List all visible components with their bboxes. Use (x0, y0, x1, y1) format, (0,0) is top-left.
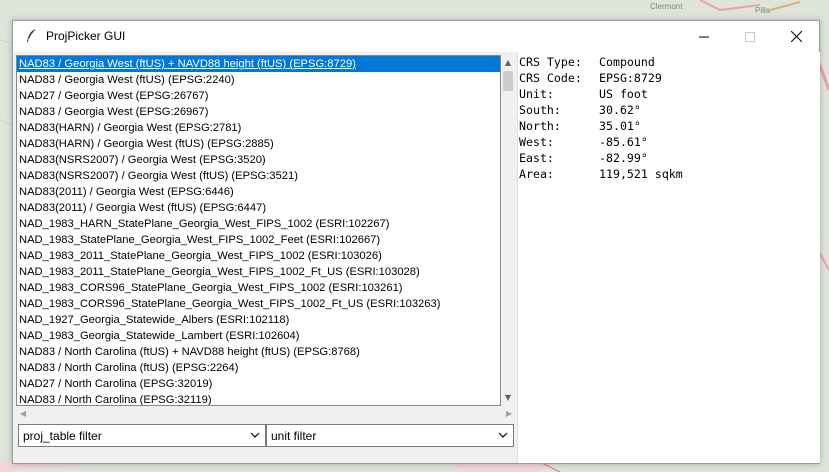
close-icon (790, 31, 802, 42)
crs-info-value: EPSG:8729 (599, 71, 662, 85)
crs-list-item[interactable]: NAD_1927_Georgia_Statewide_Albers (ESRI:… (17, 312, 500, 328)
crs-list-item[interactable]: NAD_1983_2011_StatePlane_Georgia_West_FI… (17, 248, 500, 264)
crs-info-key: East: (519, 151, 554, 165)
scroll-right-icon[interactable]: ▶ (502, 406, 516, 420)
crs-info-panel: CRS Type: Compound CRS Code: EPSG:8729 Unit:… (517, 52, 820, 463)
crs-list-item[interactable]: NAD83 / Georgia West (ftUS) + NAVD88 hei… (17, 56, 500, 72)
crs-info-value: 119,521 sqkm (599, 167, 683, 181)
crs-info-value: Compound (599, 55, 655, 69)
crs-info-value: 35.01° (599, 119, 641, 133)
chevron-down-icon (498, 432, 508, 438)
crs-list-item[interactable]: NAD83(NSRS2007) / Georgia West (ftUS) (E… (17, 168, 500, 184)
unit-filter-value: unit filter (271, 429, 317, 443)
map-place-label: Pilla (755, 6, 771, 15)
crs-listbox[interactable]: NAD83 / Georgia West (ftUS) + NAVD88 hei… (16, 55, 501, 406)
crs-list-item[interactable]: NAD83 / North Carolina (ftUS) + NAVD88 h… (17, 344, 500, 360)
title-bar[interactable]: ProjPicker GUI (13, 21, 819, 53)
close-button[interactable] (773, 21, 819, 52)
crs-list-item[interactable]: NAD83(NSRS2007) / Georgia West (EPSG:352… (17, 152, 500, 168)
minimize-icon (699, 36, 709, 37)
vertical-scrollbar[interactable]: ▲ ▼ (501, 55, 515, 404)
scroll-up-icon[interactable]: ▲ (501, 55, 515, 69)
crs-info-value: -85.61° (599, 135, 648, 149)
crs-list-item[interactable]: NAD83 / Georgia West (ftUS) (EPSG:2240) (17, 72, 500, 88)
crs-list-item[interactable]: NAD83(2011) / Georgia West (EPSG:6446) (17, 184, 500, 200)
crs-info-row: CRS Code: EPSG:8729 (519, 70, 662, 86)
crs-info-value: -82.99° (599, 151, 648, 165)
maximize-icon (745, 31, 755, 42)
crs-list-item[interactable]: NAD83(HARN) / Georgia West (EPSG:2781) (17, 120, 500, 136)
crs-list-item[interactable]: NAD83(HARN) / Georgia West (ftUS) (EPSG:… (17, 136, 500, 152)
crs-info-row: East: -82.99° (519, 150, 648, 166)
proj-table-filter-value: proj_table filter (23, 429, 102, 443)
proj-table-filter-select[interactable]: proj_table filter (18, 424, 266, 447)
crs-list-item[interactable]: NAD_1983_2011_StatePlane_Georgia_West_FI… (17, 264, 500, 280)
crs-list-item[interactable]: NAD83(2011) / Georgia West (ftUS) (EPSG:… (17, 200, 500, 216)
unit-filter-select[interactable]: unit filter (266, 424, 514, 447)
projpicker-window: ProjPicker GUI NAD83 / Georgia West (ftU… (12, 20, 820, 464)
maximize-button[interactable] (727, 21, 773, 52)
horizontal-scrollbar[interactable]: ◀ ▶ (16, 406, 512, 420)
crs-info-key: CRS Type: (519, 55, 582, 69)
feather-icon (24, 28, 40, 44)
crs-info-row: Unit: US foot (519, 86, 648, 102)
crs-info-value: 30.62° (599, 103, 641, 117)
crs-list-item[interactable]: NAD27 / North Carolina (EPSG:32019) (17, 376, 500, 392)
crs-list-item[interactable]: NAD27 / Georgia West (EPSG:26767) (17, 88, 500, 104)
crs-info-row: West: -85.61° (519, 134, 648, 150)
crs-info-key: Area: (519, 167, 554, 181)
crs-list-item[interactable]: NAD_1983_Georgia_Statewide_Lambert (ESRI… (17, 328, 500, 344)
scroll-thumb[interactable] (503, 71, 513, 91)
minimize-button[interactable] (681, 21, 727, 52)
crs-info-row: Area: 119,521 sqkm (519, 166, 683, 182)
crs-info-key: CRS Code: (519, 71, 582, 85)
crs-list-item[interactable]: NAD_1983_CORS96_StatePlane_Georgia_West_… (17, 280, 500, 296)
crs-list-item[interactable]: NAD_1983_CORS96_StatePlane_Georgia_West_… (17, 296, 500, 312)
crs-info-key: North: (519, 119, 561, 133)
crs-info-row: South: 30.62° (519, 102, 641, 118)
crs-list-item[interactable]: NAD_1983_HARN_StatePlane_Georgia_West_FI… (17, 216, 500, 232)
crs-info-key: Unit: (519, 87, 554, 101)
crs-info-value: US foot (599, 87, 648, 101)
crs-info-row: North: 35.01° (519, 118, 641, 134)
crs-info-key: South: (519, 103, 561, 117)
crs-list-item[interactable]: NAD83 / Georgia West (EPSG:26967) (17, 104, 500, 120)
crs-list-item[interactable]: NAD83 / North Carolina (EPSG:32119) (17, 392, 500, 405)
crs-info-row: CRS Type: Compound (519, 54, 655, 70)
map-place-label: Clermont (650, 2, 683, 11)
scroll-down-icon[interactable]: ▼ (501, 390, 515, 404)
scroll-left-icon[interactable]: ◀ (16, 406, 30, 420)
chevron-down-icon (250, 432, 260, 438)
crs-info-key: West: (519, 135, 554, 149)
window-title: ProjPicker GUI (46, 29, 126, 43)
crs-list-item[interactable]: NAD83 / North Carolina (ftUS) (EPSG:2264… (17, 360, 500, 376)
crs-list-item[interactable]: NAD_1983_StatePlane_Georgia_West_FIPS_10… (17, 232, 500, 248)
